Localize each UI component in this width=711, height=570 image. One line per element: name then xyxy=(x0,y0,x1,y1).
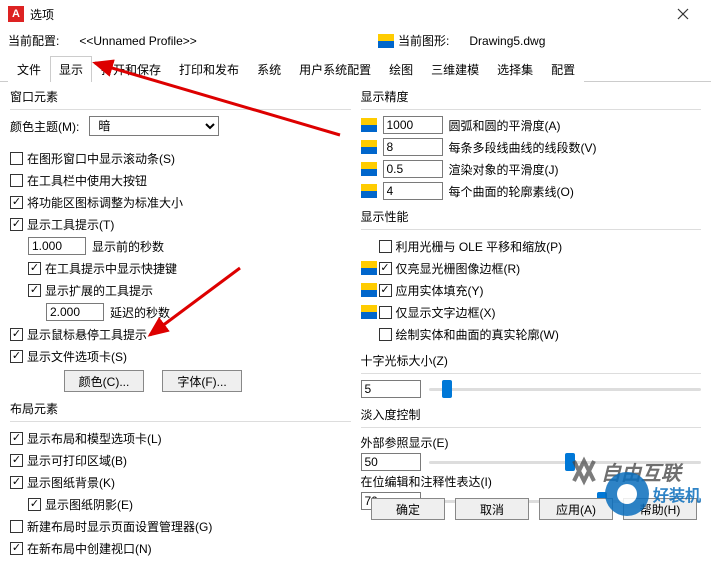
tab-display[interactable]: 显示 xyxy=(50,56,92,82)
app-icon: A xyxy=(8,6,24,22)
arc-smoothness-input[interactable] xyxy=(383,116,443,134)
perf-icon xyxy=(361,305,377,319)
create-viewport-checkbox[interactable] xyxy=(10,542,23,555)
current-profile-label: 当前配置: xyxy=(8,34,59,48)
polyline-segments-input[interactable] xyxy=(383,138,443,156)
render-smoothness-label: 渲染对象的平滑度(J) xyxy=(449,161,559,178)
tooltip-seconds-label: 显示前的秒数 xyxy=(92,238,164,255)
delay-seconds-input[interactable] xyxy=(46,303,104,321)
current-profile-value: <<Unnamed Profile>> xyxy=(79,34,196,48)
tab-user[interactable]: 用户系统配置 xyxy=(290,56,380,82)
fade-title: 淡入度控制 xyxy=(361,406,702,423)
arc-smoothness-label: 圆弧和圆的平滑度(A) xyxy=(449,117,561,134)
precision-icon xyxy=(361,140,377,154)
show-printable-checkbox[interactable] xyxy=(10,454,23,467)
performance-title: 显示性能 xyxy=(361,208,702,225)
highlight-frame-checkbox[interactable] xyxy=(379,262,392,275)
true-silhouette-checkbox[interactable] xyxy=(379,328,392,341)
show-extended-label: 显示扩展的工具提示 xyxy=(45,282,153,299)
polyline-segments-label: 每条多段线曲线的线段数(V) xyxy=(449,139,597,156)
tab-selection[interactable]: 选择集 xyxy=(488,56,542,82)
resize-ribbon-label: 将功能区图标调整为标准大小 xyxy=(27,194,183,211)
perf-icon xyxy=(361,283,377,297)
show-rollover-label: 显示鼠标悬停工具提示 xyxy=(27,326,147,343)
show-scrollbars-label: 在图形窗口中显示滚动条(S) xyxy=(27,150,175,167)
tooltip-seconds-input[interactable] xyxy=(28,237,86,255)
new-layout-pagesetup-label: 新建布局时显示页面设置管理器(G) xyxy=(27,518,212,535)
true-silhouette-label: 绘制实体和曲面的真实轮廓(W) xyxy=(396,326,559,343)
delay-seconds-label: 延迟的秒数 xyxy=(110,304,170,321)
close-button[interactable] xyxy=(663,2,703,26)
tab-profiles[interactable]: 配置 xyxy=(542,56,584,82)
crosshair-value-input[interactable] xyxy=(361,380,421,398)
show-paper-bg-label: 显示图纸背景(K) xyxy=(27,474,115,491)
show-file-tabs-checkbox[interactable] xyxy=(10,350,23,363)
colors-button[interactable]: 颜色(C)... xyxy=(64,370,144,392)
inplace-fade-label: 在位编辑和注释性表达(I) xyxy=(361,473,702,490)
create-viewport-label: 在新布局中创建视口(N) xyxy=(27,540,152,557)
window-elements-title: 窗口元素 xyxy=(10,88,351,105)
xref-fade-input[interactable] xyxy=(361,453,421,471)
show-shortcuts-label: 在工具提示中显示快捷键 xyxy=(45,260,177,277)
apply-button[interactable]: 应用(A) xyxy=(539,498,613,520)
tab-print[interactable]: 打印和发布 xyxy=(170,56,248,82)
tab-bar: 文件 显示 打开和保存 打印和发布 系统 用户系统配置 绘图 三维建模 选择集 … xyxy=(0,55,711,82)
surface-contour-input[interactable] xyxy=(383,182,443,200)
show-tooltips-checkbox[interactable] xyxy=(10,218,23,231)
color-theme-label: 颜色主题(M): xyxy=(10,118,79,135)
show-extended-checkbox[interactable] xyxy=(28,284,41,297)
xref-fade-slider[interactable] xyxy=(429,461,702,464)
perf-icon xyxy=(361,261,377,275)
show-rollover-checkbox[interactable] xyxy=(10,328,23,341)
pan-zoom-checkbox[interactable] xyxy=(379,240,392,253)
current-drawing-label: 当前图形: xyxy=(398,32,449,49)
color-theme-select[interactable]: 暗 xyxy=(89,116,219,136)
precision-icon xyxy=(361,162,377,176)
precision-title: 显示精度 xyxy=(361,88,702,105)
drawing-icon xyxy=(378,34,394,48)
layout-elements-title: 布局元素 xyxy=(10,400,351,417)
solid-fill-checkbox[interactable] xyxy=(379,284,392,297)
ok-button[interactable]: 确定 xyxy=(371,498,445,520)
large-buttons-checkbox[interactable] xyxy=(10,174,23,187)
text-frame-label: 仅显示文字边框(X) xyxy=(396,304,496,321)
tab-3d[interactable]: 三维建模 xyxy=(422,56,488,82)
tab-open-save[interactable]: 打开和保存 xyxy=(92,56,170,82)
surface-contour-label: 每个曲面的轮廓素线(O) xyxy=(449,183,574,200)
fonts-button[interactable]: 字体(F)... xyxy=(162,370,242,392)
show-paper-shadow-checkbox[interactable] xyxy=(28,498,41,511)
current-drawing-value: Drawing5.dwg xyxy=(469,34,545,48)
show-scrollbars-checkbox[interactable] xyxy=(10,152,23,165)
crosshair-title: 十字光标大小(Z) xyxy=(361,352,702,369)
show-shortcuts-checkbox[interactable] xyxy=(28,262,41,275)
show-paper-shadow-label: 显示图纸阴影(E) xyxy=(45,496,133,513)
render-smoothness-input[interactable] xyxy=(383,160,443,178)
tab-system[interactable]: 系统 xyxy=(248,56,290,82)
show-printable-label: 显示可打印区域(B) xyxy=(27,452,127,469)
pan-zoom-label: 利用光栅与 OLE 平移和缩放(P) xyxy=(396,238,563,255)
highlight-frame-label: 仅亮显光栅图像边框(R) xyxy=(396,260,521,277)
help-button[interactable]: 帮助(H) xyxy=(623,498,697,520)
tab-file[interactable]: 文件 xyxy=(8,56,50,82)
large-buttons-label: 在工具栏中使用大按钮 xyxy=(27,172,147,189)
new-layout-pagesetup-checkbox[interactable] xyxy=(10,520,23,533)
solid-fill-label: 应用实体填充(Y) xyxy=(396,282,484,299)
cancel-button[interactable]: 取消 xyxy=(455,498,529,520)
text-frame-checkbox[interactable] xyxy=(379,306,392,319)
show-layout-tabs-checkbox[interactable] xyxy=(10,432,23,445)
show-paper-bg-checkbox[interactable] xyxy=(10,476,23,489)
xref-fade-label: 外部参照显示(E) xyxy=(361,434,702,451)
resize-ribbon-checkbox[interactable] xyxy=(10,196,23,209)
precision-icon xyxy=(361,184,377,198)
precision-icon xyxy=(361,118,377,132)
show-file-tabs-label: 显示文件选项卡(S) xyxy=(27,348,127,365)
crosshair-slider[interactable] xyxy=(429,388,702,391)
tab-draft[interactable]: 绘图 xyxy=(380,56,422,82)
window-title: 选项 xyxy=(30,6,663,23)
show-layout-tabs-label: 显示布局和模型选项卡(L) xyxy=(27,430,162,447)
show-tooltips-label: 显示工具提示(T) xyxy=(27,216,114,233)
